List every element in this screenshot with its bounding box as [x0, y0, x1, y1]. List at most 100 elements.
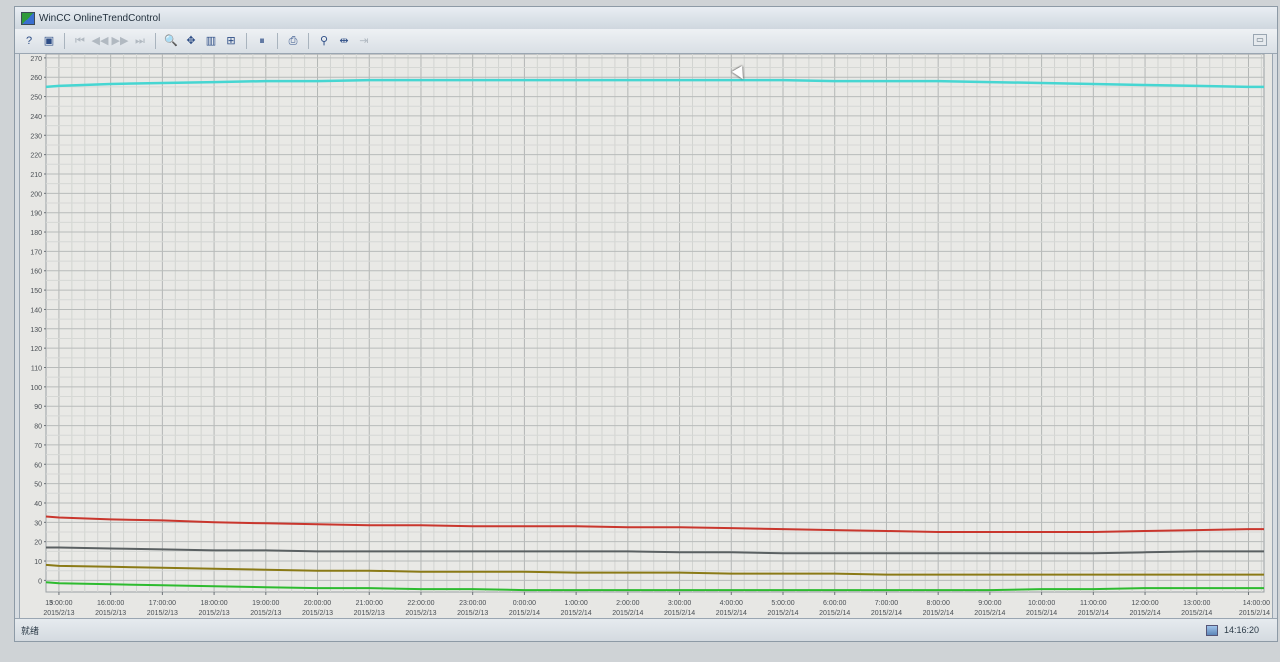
x-tick-time-label: 1:00:00 — [564, 600, 587, 607]
toolbar-separator — [246, 33, 247, 49]
x-tick-date-label: 2015/2/13 — [457, 610, 488, 617]
x-tick-date-label: 2015/2/14 — [871, 610, 902, 617]
x-tick-date-label: 2015/2/14 — [923, 610, 954, 617]
x-tick-time-label: 13:00:00 — [1183, 600, 1210, 607]
status-text: 就绪 — [21, 625, 40, 636]
y-tick-label: 130 — [30, 327, 42, 334]
x-tick-date-label: 2015/2/14 — [1026, 610, 1057, 617]
y-tick-label: 190 — [30, 211, 42, 218]
x-tick-date-label: 2015/2/14 — [561, 610, 592, 617]
y-tick-label: 150 — [30, 288, 42, 295]
next-record-icon[interactable]: ▶▶ — [112, 33, 129, 49]
x-tick-date-label: 2015/2/13 — [43, 610, 74, 617]
plot-background — [45, 54, 1265, 593]
trend-chart[interactable]: 0 10 20 30 40 50 60 70 80 90 100 110 120 130 140 150 160… — [20, 54, 1273, 619]
x-tick-time-label: 10:00:00 — [1028, 600, 1055, 607]
window-titlebar[interactable]: WinCC OnlineTrendControl — [15, 7, 1277, 30]
y-tick-label: 70 — [34, 443, 42, 450]
x-tick-date-label: 2015/2/13 — [95, 610, 126, 617]
x-tick-time-label: 23:00:00 — [459, 600, 486, 607]
x-tick-date-label: 2015/2/14 — [612, 610, 643, 617]
help-icon[interactable]: ? — [21, 33, 37, 49]
x-tick-time-label: 3:00:00 — [668, 600, 691, 607]
x-tick-time-label: 18:00:00 — [200, 600, 227, 607]
x-tick-date-label: 2015/2/14 — [1129, 610, 1160, 617]
status-time: 14:16:20 — [1223, 625, 1259, 635]
y-tick-label: 120 — [30, 346, 42, 353]
y-tick-label: 40 — [34, 501, 42, 508]
x-tick-date-label: 2015/2/14 — [974, 610, 1005, 617]
select-time-range-icon[interactable]: ⇹ — [336, 33, 352, 49]
x-tick-date-label: 2015/2/13 — [354, 610, 385, 617]
toolbar-separator — [308, 33, 309, 49]
y-tick-label: 110 — [31, 366, 42, 373]
x-tick-date-label: 2015/2/14 — [1078, 610, 1109, 617]
y-tick-label: 80 — [34, 424, 42, 431]
y-tick-label: 140 — [30, 307, 42, 314]
trend-toolbar: ? ▣ ⏮ ◀◀ ▶▶ ⏭ 🔍 ✥ ▥ ⊞ ⏸ ⎙ ⚲ ⇹ ⇥ — [15, 29, 1277, 54]
y-tick-label: 180 — [30, 230, 42, 237]
y-tick-label: 230 — [30, 133, 42, 140]
print-icon[interactable]: ⎙ — [285, 33, 301, 49]
wincc-app-icon — [21, 11, 35, 25]
previous-record-icon[interactable]: ◀◀ — [92, 33, 109, 49]
x-tick-time-label: 20:00:00 — [304, 600, 331, 607]
first-record-icon[interactable]: ⏮ — [72, 33, 88, 49]
y-tick-label: 260 — [30, 75, 42, 82]
x-tick-date-label: 2015/2/13 — [147, 610, 178, 617]
x-tick-time-label: 7:00:00 — [875, 600, 898, 607]
y-tick-label: 60 — [34, 462, 42, 469]
export-icon[interactable]: ⇥ — [356, 33, 372, 49]
x-tick-time-label: 12:00:00 — [1131, 600, 1158, 607]
last-record-icon[interactable]: ⏭ — [132, 33, 148, 49]
x-tick-date-label: 2015/2/13 — [199, 610, 230, 617]
config-dialog-icon[interactable]: ▣ — [41, 33, 57, 49]
x-tick-time-label: 19:00:00 — [252, 600, 279, 607]
x-tick-date-label: 2015/2/14 — [767, 610, 798, 617]
stop-icon[interactable]: ⏸ — [254, 33, 270, 49]
y-tick-label: 10 — [34, 559, 42, 566]
x-tick-time-label: 11:00:00 — [1080, 600, 1107, 607]
status-clock: 14:16:20 — [1205, 624, 1259, 636]
original-view-icon[interactable]: ⊞ — [223, 33, 239, 49]
x-tick-date-label: 2015/2/14 — [716, 610, 747, 617]
x-tick-time-label: 0:00:00 — [513, 600, 536, 607]
y-tick-label: 220 — [30, 153, 42, 160]
select-trend-icon[interactable]: ▥ — [203, 33, 219, 49]
x-tick-time-label: 9:00:00 — [978, 600, 1001, 607]
x-tick-date-label: 2015/2/13 — [250, 610, 281, 617]
connection-icon — [1205, 624, 1218, 636]
x-tick-date-label: 2015/2/13 — [302, 610, 333, 617]
ruler-icon[interactable]: ⚲ — [316, 33, 332, 49]
x-tick-time-label: 5:00:00 — [771, 600, 794, 607]
x-tick-time-label: 21:00:00 — [356, 600, 383, 607]
y-tick-label: 170 — [30, 249, 42, 256]
move-axes-icon[interactable]: ✥ — [183, 33, 199, 49]
y-tick-label: 100 — [30, 385, 42, 392]
y-tick-label: 50 — [34, 482, 42, 489]
x-tick-date-label: 2015/2/13 — [405, 610, 436, 617]
x-tick-time-label: 6:00:00 — [823, 600, 846, 607]
trend-window: WinCC OnlineTrendControl ? ▣ ⏮ ◀◀ ▶▶ ⏭ 🔍 ✥ ▥ ⊞ ⏸ ⎙ ⚲… — [14, 6, 1278, 642]
trend-plot-area[interactable]: 0 10 20 30 40 50 60 70 80 90 100 110 120 130 140 150 160… — [19, 53, 1273, 619]
x-tick-time-label: 8:00:00 — [926, 600, 949, 607]
toolbar-separator — [277, 33, 278, 49]
x-tick-date-label: 2015/2/14 — [664, 610, 695, 617]
y-tick-label: 270 — [30, 56, 42, 63]
toolbar-separator — [155, 33, 156, 49]
zoom-area-icon[interactable]: 🔍 — [163, 33, 179, 49]
window-title: WinCC OnlineTrendControl — [39, 12, 161, 24]
x-tick-time-label: 4:00:00 — [720, 600, 743, 607]
y-tick-label: 160 — [30, 269, 42, 276]
y-tick-label: 90 — [34, 404, 42, 411]
x-tick-time-label: 17:00:00 — [149, 600, 176, 607]
x-tick-time-label: 22:00:00 — [407, 600, 434, 607]
y-tick-label: 30 — [34, 520, 42, 527]
x-tick-date-label: 2015/2/14 — [1181, 610, 1212, 617]
restore-icon[interactable]: ▭ — [1253, 34, 1267, 46]
x-tick-time-label: 2:00:00 — [616, 600, 639, 607]
x-tick-date-label: 2015/2/14 — [1239, 610, 1270, 617]
y-tick-label: 250 — [30, 95, 42, 102]
x-tick-date-label: 2015/2/14 — [509, 610, 540, 617]
y-tick-label: 240 — [30, 114, 42, 121]
